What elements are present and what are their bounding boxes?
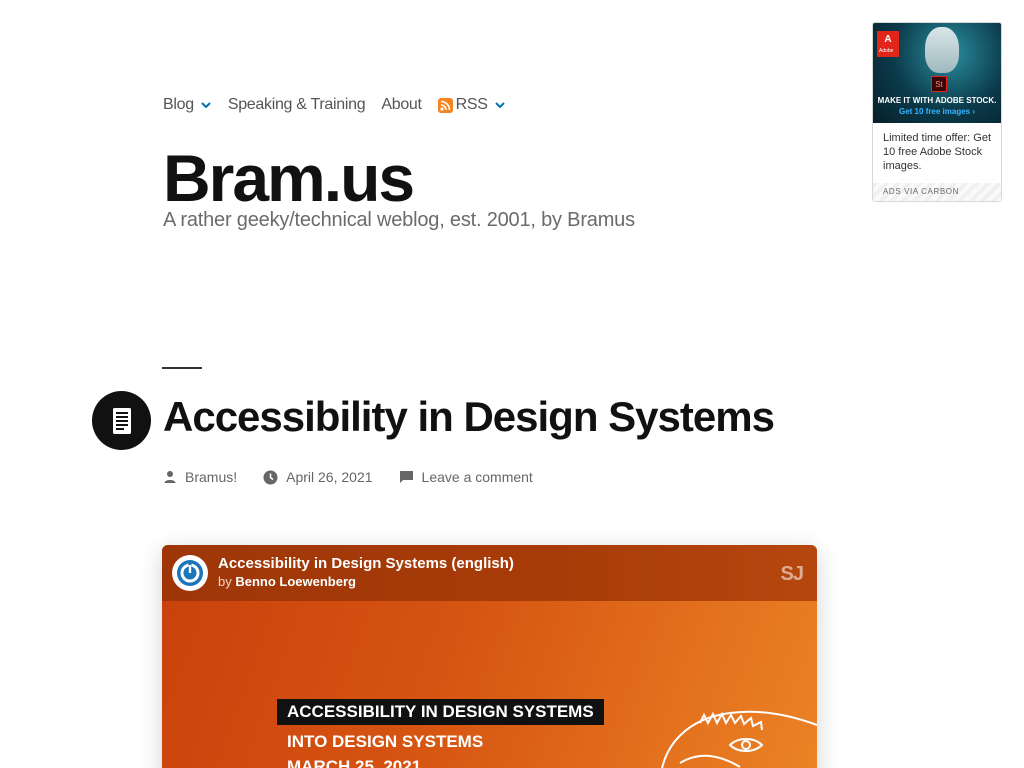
nav-item-rss[interactable]: RSS bbox=[437, 96, 506, 114]
post-date-text: April 26, 2021 bbox=[286, 469, 373, 485]
post-author[interactable]: Bramus! bbox=[163, 469, 237, 485]
embed-byline: by Benno Loewenberg bbox=[218, 574, 356, 589]
ads-via-carbon-link[interactable]: ADS VIA CARBON bbox=[883, 187, 959, 196]
primary-nav: Blog Speaking & Training About RSS bbox=[163, 94, 522, 116]
ad-footer: ADS VIA CARBON bbox=[873, 183, 1001, 201]
document-icon bbox=[112, 407, 131, 434]
speakerdeck-logo[interactable]: SJ bbox=[781, 563, 804, 586]
rss-icon bbox=[437, 97, 453, 113]
post-date[interactable]: April 26, 2021 bbox=[263, 469, 373, 485]
slide-date: MARCH 25, 2021 bbox=[287, 757, 422, 768]
comment-icon bbox=[399, 471, 413, 483]
embed-by-prefix: by bbox=[218, 574, 232, 589]
nav-item-blog[interactable]: Blog bbox=[163, 96, 212, 114]
nav-item-speaking[interactable]: Speaking & Training bbox=[228, 96, 366, 114]
nav-item-label: Speaking & Training bbox=[227, 96, 366, 113]
chevron-down-icon bbox=[201, 102, 211, 109]
power-icon bbox=[177, 560, 203, 586]
separator bbox=[162, 367, 202, 369]
stock-icon: St bbox=[931, 76, 947, 92]
embed-title[interactable]: Accessibility in Design Systems (english… bbox=[218, 555, 514, 572]
slide-heading: ACCESSIBILITY IN DESIGN SYSTEMS bbox=[277, 699, 604, 725]
ad-headline: MAKE IT WITH ADOBE STOCK. bbox=[877, 96, 997, 105]
site-description: A rather geeky/technical weblog, est. 20… bbox=[163, 209, 635, 231]
user-icon bbox=[164, 471, 176, 483]
slides-embed[interactable]: Accessibility in Design Systems (english… bbox=[162, 545, 817, 768]
ad-model-photo bbox=[925, 27, 959, 73]
ad-image[interactable]: A Adobe St MAKE IT WITH ADOBE STOCK. Get… bbox=[873, 23, 1001, 123]
chevron-down-icon bbox=[494, 102, 505, 109]
nav-item-about[interactable]: About bbox=[381, 96, 422, 114]
nav-item-label: About bbox=[381, 96, 422, 113]
post-format-badge[interactable] bbox=[92, 391, 151, 450]
ad-cta: Get 10 free images › bbox=[898, 107, 976, 116]
author-avatar[interactable] bbox=[172, 555, 208, 591]
site-title[interactable]: Bram.us bbox=[163, 138, 415, 218]
post-author-name: Bramus! bbox=[185, 469, 238, 485]
slide-subheading: INTO DESIGN SYSTEMS bbox=[287, 732, 484, 751]
adobe-wordmark: Adobe bbox=[879, 48, 894, 54]
post-comments-link[interactable]: Leave a comment bbox=[399, 469, 533, 485]
carbon-ad[interactable]: A Adobe St MAKE IT WITH ADOBE STOCK. Get… bbox=[872, 22, 1002, 202]
lion-illustration bbox=[661, 710, 817, 768]
nav-item-label: Blog bbox=[163, 96, 194, 113]
clock-icon bbox=[263, 470, 278, 484]
post-title[interactable]: Accessibility in Design Systems bbox=[163, 393, 775, 441]
post-meta: Bramus! April 26, 2021 Leave a comment bbox=[163, 469, 559, 485]
embed-author[interactable]: Benno Loewenberg bbox=[235, 574, 356, 589]
post-comments-text: Leave a comment bbox=[421, 469, 533, 485]
ad-text[interactable]: Limited time offer: Get 10 free Adobe St… bbox=[883, 131, 998, 173]
nav-item-label: RSS bbox=[455, 96, 488, 113]
embed-header: Accessibility in Design Systems (english… bbox=[162, 545, 817, 601]
